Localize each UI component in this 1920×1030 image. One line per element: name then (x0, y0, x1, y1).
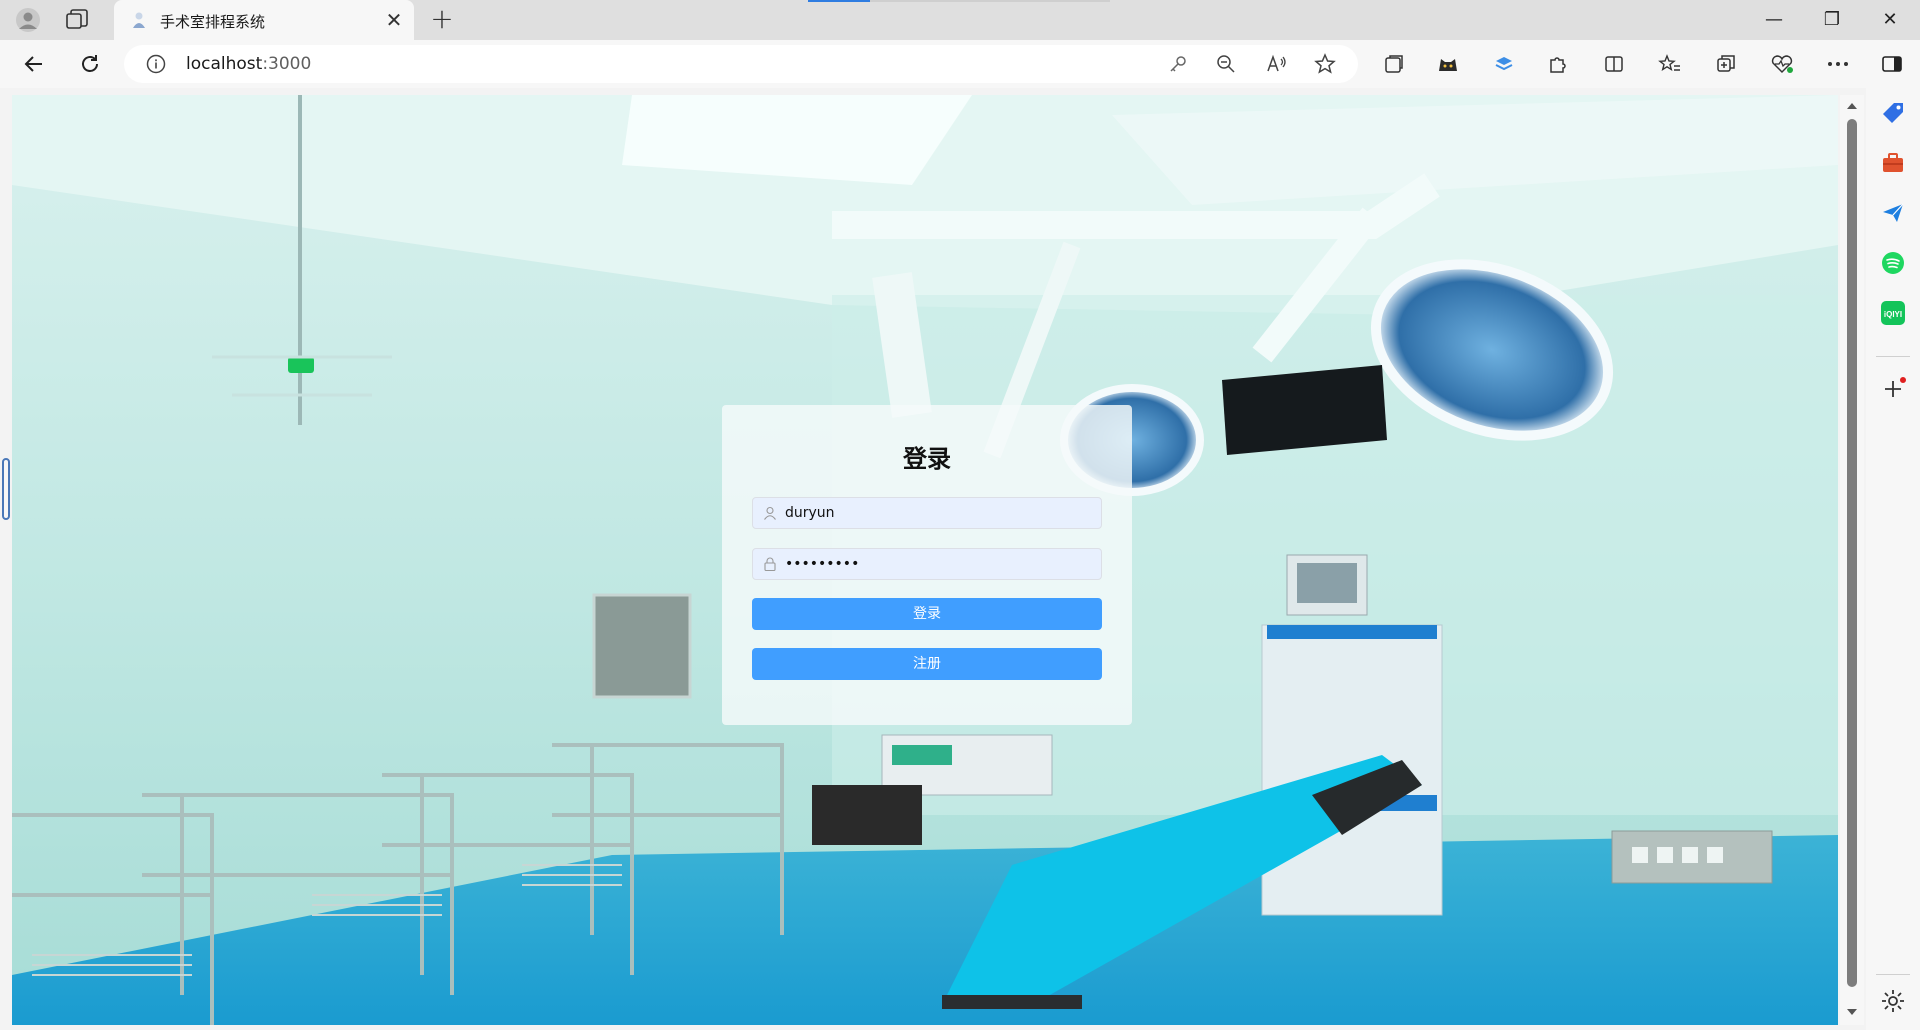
collections-add-button[interactable] (1712, 50, 1740, 78)
site-info-icon[interactable] (146, 54, 166, 74)
doctor-favicon-icon (133, 12, 145, 28)
url-port: :3000 (262, 54, 312, 74)
extension-cat-button[interactable] (1434, 50, 1462, 78)
sidebar-divider (1876, 356, 1910, 357)
settings-icon[interactable] (1880, 988, 1906, 1014)
login-form: 登录 duryun ••••••••• 登录 注册 (722, 405, 1132, 725)
scrollbar-thumb[interactable] (1847, 119, 1857, 987)
split-screen-icon (1605, 56, 1623, 72)
page-scrollbar[interactable] (1840, 95, 1864, 1025)
zoom-out-icon[interactable] (1216, 54, 1236, 74)
user-icon (764, 506, 776, 520)
tab-actions-icon[interactable] (64, 8, 90, 32)
sidebar-toggle-button[interactable] (1878, 50, 1906, 78)
tab-title: 手术室排程系统 (160, 13, 266, 31)
cat-extension-icon (1439, 59, 1457, 71)
tab-active[interactable]: 手术室排程系统 ✕ (114, 0, 414, 40)
tab-groups-icon (1385, 55, 1403, 73)
layers-icon (1495, 57, 1513, 71)
tag-icon[interactable] (1880, 100, 1906, 126)
url-text: localhost:3000 (186, 54, 311, 74)
heartbeat-icon (1771, 55, 1793, 74)
password-value: ••••••••• (785, 556, 860, 572)
new-tab-button[interactable]: + (428, 5, 456, 34)
password-field[interactable]: ••••••••• (752, 548, 1102, 580)
iqiyi-icon[interactable]: iQIYI (1880, 300, 1906, 326)
username-value: duryun (785, 505, 835, 521)
read-aloud-icon[interactable] (1266, 54, 1288, 74)
minimize-button[interactable]: — (1760, 6, 1788, 34)
lock-icon (764, 557, 776, 571)
briefcase-icon[interactable] (1880, 150, 1906, 176)
scroll-down-arrow-icon[interactable] (1846, 1007, 1858, 1017)
split-screen-button[interactable] (1600, 50, 1628, 78)
favorites-list-icon (1658, 54, 1680, 72)
scroll-up-arrow-icon[interactable] (1846, 101, 1858, 111)
login-title: 登录 (903, 445, 951, 473)
iqiyi-label: iQIYI (1884, 310, 1902, 319)
page-viewport: 登录 duryun ••••••••• 登录 注册 (12, 95, 1838, 1025)
sidebar-panel-icon (1882, 56, 1902, 72)
performance-button[interactable] (1768, 50, 1796, 78)
register-button[interactable]: 注册 (752, 648, 1102, 680)
browser-toolbar: localhost:3000 (0, 40, 1920, 88)
more-menu-button[interactable] (1824, 50, 1852, 78)
refresh-button[interactable] (76, 50, 104, 78)
back-arrow-icon (24, 56, 42, 72)
url-host: localhost (186, 54, 263, 74)
loading-indicator-track (870, 0, 1110, 2)
tab-strip: 手术室排程系统 ✕ + — ❐ ✕ (0, 0, 1920, 40)
username-field[interactable]: duryun (752, 497, 1102, 529)
profile-avatar-icon[interactable] (14, 7, 42, 33)
close-window-button[interactable]: ✕ (1876, 6, 1904, 34)
spotify-icon[interactable] (1880, 250, 1906, 276)
collections-button[interactable] (1380, 50, 1408, 78)
favorite-star-icon[interactable] (1314, 53, 1336, 75)
back-button[interactable] (20, 50, 48, 78)
restore-button[interactable]: ❐ (1818, 6, 1846, 34)
more-dots-icon (1828, 62, 1848, 66)
loading-indicator (808, 0, 870, 2)
browser-sidebar: iQIYI (1866, 88, 1920, 1030)
add-icon[interactable] (1880, 376, 1906, 402)
sidebar-divider-bottom (1876, 974, 1910, 975)
send-icon[interactable] (1880, 200, 1906, 226)
refresh-icon (82, 55, 98, 72)
favorites-button[interactable] (1656, 50, 1684, 78)
puzzle-icon (1550, 57, 1566, 73)
login-button[interactable]: 登录 (752, 598, 1102, 630)
tab-close-icon[interactable]: ✕ (384, 10, 404, 30)
key-icon[interactable] (1168, 54, 1188, 74)
side-panel-handle[interactable] (2, 458, 10, 520)
extensions-button[interactable] (1544, 50, 1572, 78)
collections-icon (1717, 55, 1735, 72)
address-bar[interactable]: localhost:3000 (124, 45, 1358, 83)
extension-layers-button[interactable] (1490, 50, 1518, 78)
